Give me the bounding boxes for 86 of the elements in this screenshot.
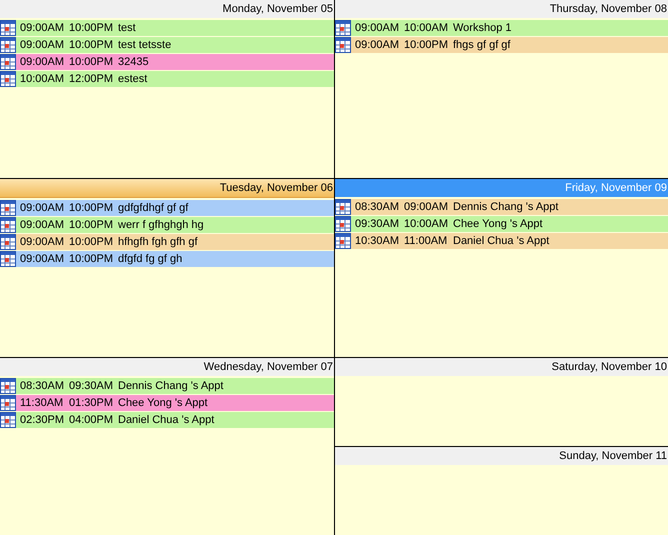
appointment-subject: Chee Yong 's Appt — [453, 218, 543, 230]
end-time: 10:00PM — [69, 253, 114, 266]
end-time: 04:00PM — [69, 414, 114, 426]
end-time: 10:00PM — [69, 39, 114, 51]
start-time: 02:30PM — [20, 414, 66, 426]
calendar-icon — [0, 378, 16, 394]
end-time: 10:00PM — [69, 202, 114, 214]
day-header[interactable]: Monday, November 05 — [0, 0, 334, 18]
calendar-icon — [0, 200, 16, 216]
end-time: 09:00AM — [404, 201, 450, 214]
day-header[interactable]: Wednesday, November 07 — [0, 358, 334, 376]
end-time: 10:00PM — [69, 22, 114, 34]
appointment-subject: dfgfd fg gf gh — [118, 253, 182, 266]
calendar-icon — [335, 20, 351, 36]
appointment-subject: test — [118, 22, 136, 34]
appointment-subject: 32435 — [118, 56, 149, 68]
start-time: 09:00AM — [355, 39, 400, 51]
calendar-icon — [0, 234, 16, 250]
appointment-subject: hfhgfh fgh gfh gf — [118, 236, 198, 248]
start-time: 09:00AM — [20, 22, 66, 34]
day-header[interactable]: Sunday, November 11 — [335, 446, 668, 465]
start-time: 09:30AM — [355, 218, 400, 230]
appointment[interactable]: 09:00AM 10:00PM 32435 — [0, 54, 334, 70]
appointment-subject: Dennis Chang 's Appt — [453, 201, 558, 214]
start-time: 09:00AM — [20, 202, 66, 214]
calendar-icon — [335, 216, 351, 232]
end-time: 09:30AM — [69, 380, 114, 392]
day-header[interactable]: Saturday, November 10 — [335, 358, 668, 376]
appointment-subject: Chee Yong 's Appt — [118, 396, 208, 409]
end-time: 10:00PM — [404, 39, 450, 51]
appointment[interactable]: 09:00AM 10:00PM fhgs gf gf gf — [335, 37, 668, 53]
calendar-icon — [0, 71, 16, 87]
start-time: 09:00AM — [20, 253, 66, 266]
appointment-subject: Daniel Chua 's Appt — [118, 414, 214, 426]
start-time: 09:00AM — [20, 236, 66, 248]
start-time: 10:00AM — [20, 73, 66, 85]
appointment[interactable]: 09:00AM 10:00PM test tetsste — [0, 37, 334, 53]
appointment-subject: estest — [118, 73, 148, 85]
day-header[interactable]: Tuesday, November 06 — [0, 179, 334, 198]
calendar-icon — [0, 37, 16, 53]
end-time: 10:00AM — [404, 218, 450, 230]
appointment[interactable]: 08:30AM 09:00AM Dennis Chang 's Appt — [335, 199, 668, 216]
start-time: 10:30AM — [355, 235, 400, 248]
end-time: 10:00AM — [404, 22, 450, 34]
appointment[interactable]: 02:30PM 04:00PM Daniel Chua 's Appt — [0, 412, 334, 428]
appointment[interactable]: 09:00AM 10:00AM Workshop 1 — [335, 20, 668, 36]
start-time: 09:00AM — [355, 22, 400, 34]
end-time: 11:00AM — [404, 235, 448, 248]
calendar-icon — [0, 251, 16, 268]
appointment[interactable]: 09:30AM 10:00AM Chee Yong 's Appt — [335, 216, 668, 232]
end-time: 10:00PM — [69, 56, 114, 68]
appointment[interactable]: 10:30AM 11:00AM Daniel Chua 's Appt — [335, 233, 668, 250]
start-time: 09:00AM — [20, 39, 66, 51]
appointment-subject: Workshop 1 — [453, 22, 512, 34]
appointment[interactable]: 09:00AM 10:00PM hfhgfh fgh gfh gf — [0, 234, 334, 250]
end-time: 10:00PM — [69, 236, 114, 248]
calendar-icon — [0, 394, 16, 411]
appointment-subject: Dennis Chang 's Appt — [118, 380, 224, 392]
start-time: 09:00AM — [20, 56, 66, 68]
appointment-subject: Daniel Chua 's Appt — [453, 235, 550, 248]
appointment[interactable]: 10:00AM 12:00PM estest — [0, 71, 334, 87]
start-time: 08:30AM — [20, 380, 66, 392]
appointment[interactable]: 09:00AM 10:00PM dfgfd fg gf gh — [0, 251, 334, 268]
appointment-subject: werr f gfhghgh hg — [118, 219, 204, 232]
calendar-icon — [335, 199, 351, 216]
appointment[interactable]: 08:30AM 09:30AM Dennis Chang 's Appt — [0, 378, 334, 394]
appointment-subject: gdfgfdhgf gf gf — [118, 202, 188, 214]
end-time: 10:00PM — [69, 219, 114, 232]
appointment[interactable]: 11:30AM 01:30PM Chee Yong 's Appt — [0, 394, 334, 411]
start-time: 09:00AM — [20, 219, 66, 232]
calendar-icon — [0, 412, 16, 428]
calendar-icon — [0, 217, 16, 234]
calendar-icon — [0, 54, 16, 70]
end-time: 01:30PM — [69, 396, 114, 409]
appointment[interactable]: 09:00AM 10:00PM gdfgfdhgf gf gf — [0, 200, 334, 216]
appointment[interactable]: 09:00AM 10:00PM test — [0, 20, 334, 36]
appointment-subject: fhgs gf gf gf — [453, 39, 510, 51]
start-time: 11:30AM — [20, 396, 64, 409]
appointment[interactable]: 09:00AM 10:00PM werr f gfhghgh hg — [0, 217, 334, 234]
start-time: 08:30AM — [355, 201, 400, 214]
appointment-subject: test tetsste — [118, 39, 172, 51]
end-time: 12:00PM — [69, 73, 114, 85]
calendar-icon — [335, 37, 351, 53]
calendar-icon — [0, 20, 16, 36]
calendar-icon — [335, 233, 351, 250]
day-header[interactable]: Thursday, November 08 — [335, 0, 668, 18]
